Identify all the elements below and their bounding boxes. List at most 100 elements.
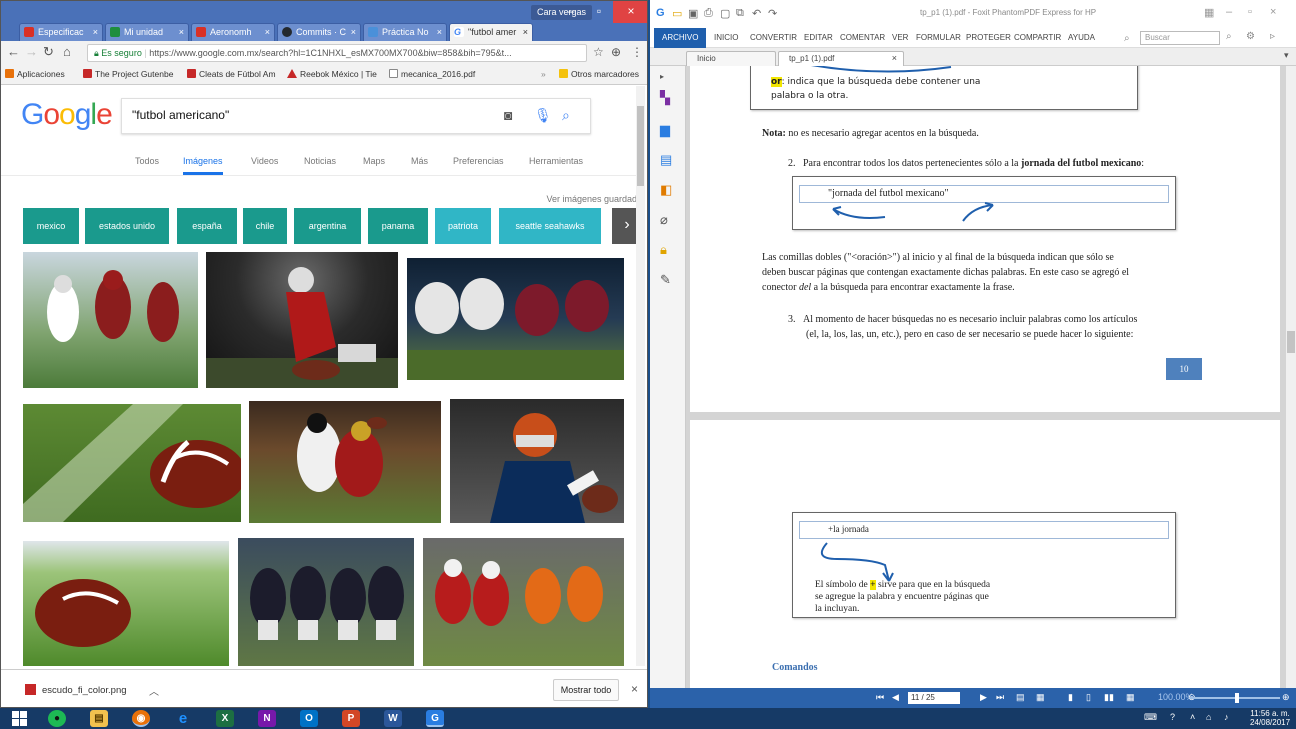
menu-archivo[interactable]: ARCHIVO (654, 28, 707, 48)
layout-icon[interactable]: ▦ (1204, 6, 1214, 19)
page-scrollbar[interactable] (636, 86, 645, 666)
menu-ayuda[interactable]: AYUDA (1068, 33, 1095, 42)
network-icon[interactable]: ⌂ (1206, 712, 1211, 722)
chip[interactable]: panama (368, 208, 428, 244)
bookmark-item[interactable]: Aplicaciones (5, 69, 65, 79)
image-result[interactable] (23, 252, 198, 388)
two-page-continuous-icon[interactable]: ▦ (1126, 692, 1135, 703)
address-bar[interactable]: 🔒︎ Es seguro | https://www.google.com.mx… (87, 44, 587, 62)
first-page-icon[interactable]: ⏮ (876, 692, 884, 703)
system-clock[interactable]: 11:56 a. m. 24/08/2017 (1250, 709, 1290, 727)
nav-arrows-icon[interactable]: ▹ (1270, 31, 1275, 42)
find-icon[interactable]: ⌕ (1124, 33, 1130, 44)
save-icon[interactable]: ▣ (688, 7, 698, 20)
menu-ver[interactable]: VER (892, 33, 908, 42)
chip[interactable]: estados unido (85, 208, 169, 244)
help-icon[interactable]: ? (1170, 712, 1175, 722)
download-item[interactable]: escudo_fi_color.png (25, 684, 127, 696)
maximize-icon[interactable]: ▫ (585, 1, 613, 23)
lock-icon[interactable]: 🔒︎ (660, 242, 667, 258)
menu-convertir[interactable]: CONVERTIR (750, 33, 797, 42)
chip[interactable]: chile (243, 208, 287, 244)
chevron-up-icon[interactable]: ︿ (149, 683, 159, 698)
scrollbar-thumb[interactable] (637, 106, 644, 186)
foxit-search-input[interactable]: Buscar (1140, 31, 1220, 45)
tab-todos[interactable]: Todos (135, 156, 159, 166)
print-icon[interactable]: ⎙ (704, 7, 713, 20)
browser-tab-active[interactable]: G "futbol amer × (449, 23, 533, 42)
reload-icon[interactable]: ↻ (43, 44, 54, 60)
chrome-icon[interactable]: ◉ (132, 710, 150, 727)
minimize-icon[interactable]: – (557, 1, 585, 23)
layers-panel-icon[interactable]: ◧ (660, 182, 672, 198)
image-result[interactable] (23, 404, 241, 522)
zoom-in-icon[interactable]: ⊕ (1282, 692, 1290, 703)
bookmark-item[interactable]: mecanica_2016.pdf (389, 69, 475, 79)
powerpoint-icon[interactable]: P (342, 710, 360, 727)
document-scrollbar[interactable] (1286, 66, 1296, 688)
close-icon[interactable]: × (437, 24, 442, 40)
chevron-up-icon[interactable]: ˄ (1190, 712, 1195, 722)
menu-compartir[interactable]: COMPARTIR (1014, 33, 1061, 42)
minimize-icon[interactable]: – (1226, 6, 1232, 18)
outlook-icon[interactable]: O (300, 710, 318, 727)
image-result[interactable] (249, 401, 441, 523)
bookmark-folder[interactable]: Otros marcadores (559, 69, 639, 79)
tab-imagenes[interactable]: Imágenes (183, 156, 223, 175)
undo-icon[interactable]: ↶ (752, 7, 761, 20)
close-icon[interactable]: × (265, 24, 270, 40)
search-icon[interactable]: ⌕ (562, 107, 570, 124)
tab-preferencias[interactable]: Preferencias (453, 156, 504, 166)
browser-tab[interactable]: Especificac × (19, 23, 103, 41)
bookmark-item[interactable]: The Project Gutenbe (83, 69, 173, 79)
close-window-icon[interactable]: × (613, 1, 647, 23)
keyboard-icon[interactable]: ⌨ (1144, 712, 1157, 723)
pages-panel-icon[interactable]: ▆ (660, 122, 670, 138)
forward-icon[interactable]: → (25, 44, 38, 59)
file-explorer-icon[interactable]: ▤ (90, 710, 108, 727)
chip[interactable]: mexico (23, 208, 79, 244)
tab-noticias[interactable]: Noticias (304, 156, 336, 166)
browser-tab[interactable]: Commits · C × (277, 23, 361, 41)
search-go-icon[interactable]: ⌕ (1226, 31, 1232, 42)
browser-tab[interactable]: Aeronomh × (191, 23, 275, 41)
copy-icon[interactable]: ⧉ (736, 7, 744, 20)
chip[interactable]: seattle seahawks (499, 208, 601, 244)
page-icon[interactable]: ▢ (720, 7, 730, 20)
settings-icon[interactable]: ⚙ (1246, 31, 1255, 42)
search-input[interactable] (132, 108, 472, 122)
chip[interactable]: patriota (435, 208, 491, 244)
tab-herramientas[interactable]: Herramientas (529, 156, 583, 166)
close-icon[interactable]: × (351, 24, 356, 40)
menu-comentar[interactable]: COMENTAR (840, 33, 885, 42)
view-mode-icon[interactable]: ▤ (1016, 692, 1025, 703)
page-number-input[interactable]: 11 / 25 (908, 692, 960, 704)
close-icon[interactable]: × (631, 682, 638, 696)
open-folder-icon[interactable]: ▭ (672, 7, 682, 20)
volume-icon[interactable]: ♪ (1224, 712, 1229, 722)
camera-icon[interactable]: ◙ (504, 107, 512, 123)
menu-proteger[interactable]: PROTEGER (966, 33, 1011, 42)
maximize-icon[interactable]: ▫ (1248, 6, 1252, 18)
last-page-icon[interactable]: ⏭ (996, 692, 1004, 703)
prev-page-icon[interactable]: ◀ (892, 692, 899, 703)
image-result[interactable] (238, 538, 414, 666)
close-icon[interactable]: × (523, 24, 528, 40)
microphone-icon[interactable]: 🎙︎ (534, 107, 552, 124)
back-icon[interactable]: ← (7, 44, 20, 59)
extension-icon[interactable]: ⊕ (611, 45, 621, 59)
expand-panel-icon[interactable]: ▸ (660, 72, 664, 81)
view-mode-icon[interactable]: ▦ (1036, 692, 1045, 703)
next-page-icon[interactable]: ▶ (980, 692, 987, 703)
menu-dots-icon[interactable]: ⋮ (631, 45, 643, 59)
show-all-button[interactable]: Mostrar todo (553, 679, 619, 701)
signature-icon[interactable]: ✎ (660, 272, 671, 288)
tab-videos[interactable]: Videos (251, 156, 278, 166)
star-icon[interactable]: ☆ (593, 45, 604, 59)
browser-tab[interactable]: Mi unidad × (105, 23, 189, 41)
bookmark-item[interactable]: Cleats de Fútbol Am (187, 69, 276, 79)
word-icon[interactable]: W (384, 710, 402, 727)
menu-inicio[interactable]: INICIO (714, 33, 738, 42)
bookmark-panel-icon[interactable]: ▚ (660, 90, 670, 106)
bookmark-item[interactable]: Reebok México | Tie (287, 69, 377, 79)
